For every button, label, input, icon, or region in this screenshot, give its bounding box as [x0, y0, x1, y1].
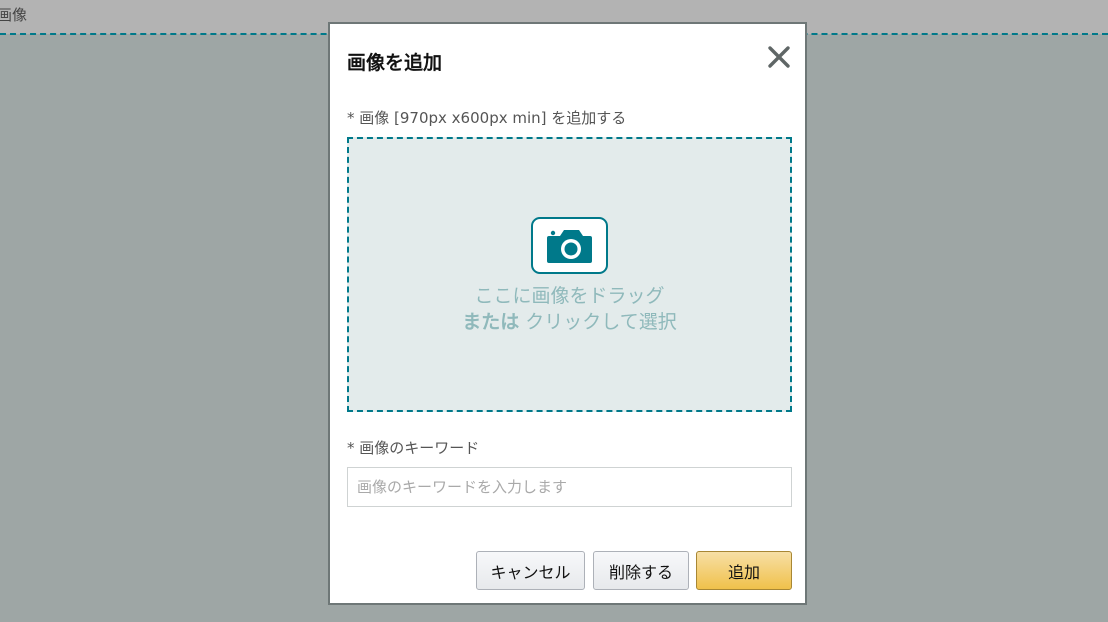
dialog-title: 画像を追加 — [347, 52, 443, 74]
background-header-label: 画像 — [0, 6, 28, 24]
dropzone-text-drag: ここに画像をドラッグ — [474, 285, 665, 307]
keyword-input[interactable] — [347, 467, 792, 507]
delete-button[interactable]: 削除する — [593, 551, 689, 590]
keyword-field-label: * 画像のキーワード — [347, 439, 480, 457]
cancel-button[interactable]: キャンセル — [476, 551, 585, 590]
close-button[interactable] — [764, 42, 794, 72]
dropzone-text-click: または クリックして選択 — [349, 307, 790, 334]
image-dropzone[interactable]: ここに画像をドラッグ または クリックして選択 — [347, 137, 792, 412]
image-field-label: * 画像 [970px x600px min] を追加する — [347, 109, 627, 127]
camera-icon-frame — [531, 217, 608, 274]
dropzone-text-select: クリックして選択 — [519, 311, 677, 333]
dropzone-text-or: または — [462, 311, 520, 333]
add-button[interactable]: 追加 — [696, 551, 792, 590]
add-image-dialog: 画像を追加 * 画像 [970px x600px min] を追加する ここに画… — [328, 22, 807, 605]
close-icon — [768, 46, 790, 68]
camera-icon — [547, 230, 592, 263]
